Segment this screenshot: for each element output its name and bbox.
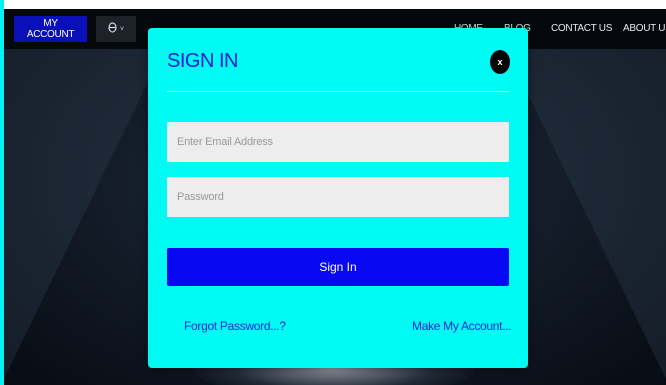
close-button[interactable]: x (490, 50, 510, 74)
left-edge-strip (0, 0, 4, 385)
make-account-link[interactable]: Make My Account... (412, 319, 512, 333)
user-icon (108, 22, 117, 36)
light-beam-left (4, 49, 164, 379)
top-edge (0, 0, 666, 9)
sign-in-button[interactable]: Sign In (167, 248, 509, 286)
modal-title: SIGN IN (167, 50, 238, 72)
password-input[interactable] (167, 177, 509, 217)
nav-contact-link[interactable]: CONTACT US (551, 23, 612, 34)
email-input[interactable] (167, 122, 509, 162)
forgot-password-link[interactable]: Forgot Password...? (184, 319, 286, 333)
modal-divider (167, 91, 509, 92)
my-account-button[interactable]: MY ACCOUNT (14, 16, 87, 42)
light-beam-right (506, 49, 666, 379)
user-dropdown-button[interactable]: ˅ (96, 16, 136, 42)
sign-in-modal: SIGN IN x Sign In Forgot Password...? Ma… (148, 28, 528, 368)
chevron-down-icon: ˅ (119, 25, 125, 33)
nav-about-link[interactable]: ABOUT US (623, 23, 666, 34)
